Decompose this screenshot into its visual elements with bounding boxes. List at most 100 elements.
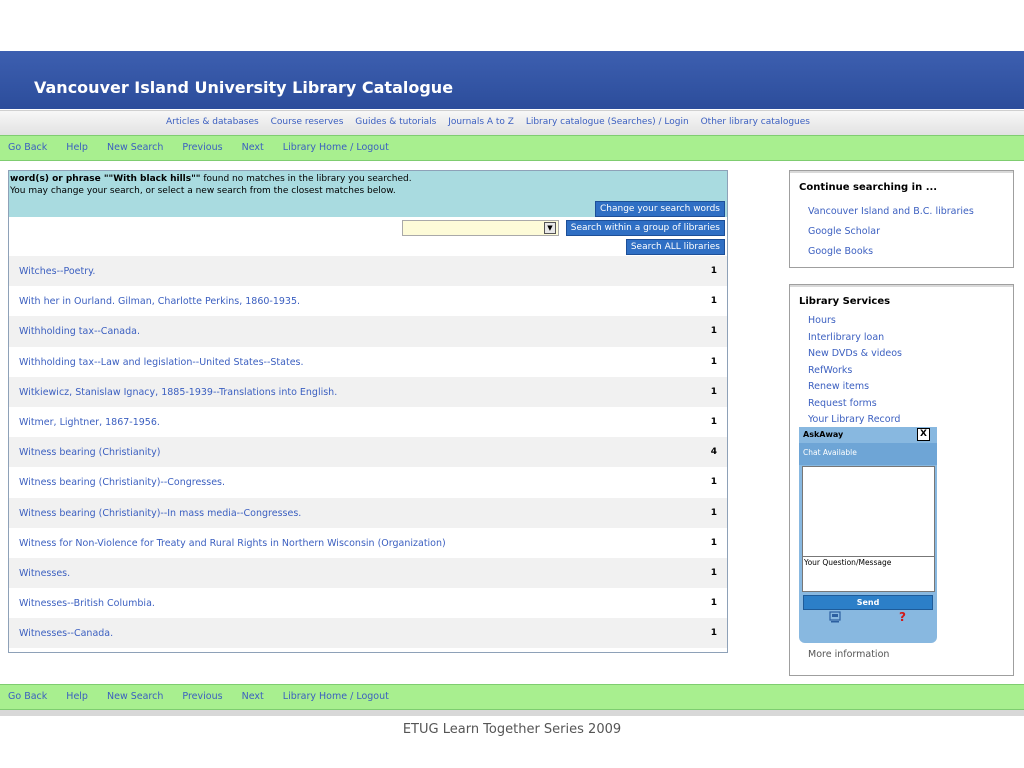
result-link[interactable]: Witkiewicz, Stanislaw Ignacy, 1885-1939-… (19, 387, 337, 398)
table-row: Witmer, Lightner, 1867-1956. 1 (9, 407, 727, 437)
result-count: 1 (710, 598, 717, 609)
continue-searching-box: Continue searching in ... Vancouver Isla… (789, 170, 1014, 268)
search-all-button[interactable]: Search ALL libraries (625, 239, 725, 255)
topnav-journals[interactable]: Journals A to Z (448, 117, 514, 127)
link-google-books[interactable]: Google Books (808, 242, 974, 262)
chat-status-bar: Chat Available (799, 443, 937, 465)
site-header: Vancouver Island University Library Cata… (0, 51, 1024, 109)
previous-link[interactable]: Previous (182, 691, 222, 702)
bottom-divider (0, 710, 1024, 716)
message-suffix: found no matches in the library you sear… (200, 174, 412, 184)
library-group-select[interactable]: ▼ (402, 220, 559, 236)
library-home-link[interactable]: Library Home / Logout (283, 142, 389, 153)
chat-status: Chat Available (803, 448, 857, 457)
top-navigation: Articles & databases Course reserves Gui… (0, 110, 1024, 135)
result-count: 1 (710, 477, 717, 488)
result-count: 4 (710, 447, 717, 458)
go-back-link[interactable]: Go Back (8, 142, 47, 153)
chevron-down-icon[interactable]: ▼ (544, 222, 556, 234)
table-row: Witnesses--Canada. 1 (9, 618, 727, 649)
previous-link[interactable]: Previous (182, 142, 222, 153)
help-link[interactable]: Help (66, 691, 88, 702)
go-back-link[interactable]: Go Back (8, 691, 47, 702)
link-request-forms[interactable]: Request forms (808, 396, 902, 413)
result-link[interactable]: Witness bearing (Christianity)--Congress… (19, 477, 225, 488)
topnav-articles[interactable]: Articles & databases (166, 117, 259, 127)
result-link[interactable]: Witches--Poetry. (19, 266, 95, 277)
message-line2: You may change your search, or select a … (10, 186, 396, 196)
send-button[interactable]: Send (803, 595, 933, 610)
new-search-link[interactable]: New Search (107, 691, 163, 702)
change-search-button[interactable]: Change your search words (595, 201, 725, 217)
result-link[interactable]: Witmer, Lightner, 1867-1956. (19, 417, 160, 428)
askaway-chat-widget: AskAway X Chat Available Your Question/M… (799, 427, 937, 643)
link-interlibrary-loan[interactable]: Interlibrary loan (808, 330, 902, 347)
message-phrase: ""With black hills"" (103, 174, 201, 184)
chat-transcript-window (802, 466, 935, 557)
table-row: Witness for Non-Violence for Treaty and … (9, 528, 727, 558)
askaway-title: AskAway (803, 430, 844, 439)
table-row: Witness bearing (Christianity) 4 (9, 437, 727, 468)
result-link[interactable]: Withholding tax--Law and legislation--Un… (19, 357, 304, 368)
table-row: Witnesses. 1 (9, 557, 727, 589)
results-panel: word(s) or phrase ""With black hills"" f… (8, 170, 728, 653)
result-link[interactable]: Witness for Non-Violence for Treaty and … (19, 538, 446, 549)
result-link[interactable]: With her in Ourland. Gilman, Charlotte P… (19, 296, 300, 307)
site-title: Vancouver Island University Library Cata… (34, 78, 454, 97)
table-row: Witnesses--British Columbia. 1 (9, 588, 727, 618)
nav-bar-top: Go Back Help New Search Previous Next Li… (0, 135, 1024, 161)
message-prefix: word(s) or phrase (10, 174, 104, 184)
table-row: Withholding tax--Canada. 1 (9, 316, 727, 347)
nav-bar-bottom: Go Back Help New Search Previous Next Li… (0, 684, 1024, 710)
next-link[interactable]: Next (242, 142, 264, 153)
help-icon[interactable]: ? (899, 610, 906, 624)
topnav-course-reserves[interactable]: Course reserves (271, 117, 344, 127)
result-link[interactable]: Witnesses--Canada. (19, 628, 113, 639)
result-link[interactable]: Witnesses--British Columbia. (19, 598, 155, 609)
result-count: 1 (710, 356, 717, 367)
result-count: 1 (710, 507, 717, 518)
table-row: Withholding tax--Law and legislation--Un… (9, 347, 727, 377)
table-row: Witness bearing (Christianity)--In mass … (9, 497, 727, 528)
table-row: Witness bearing (Christianity)--Congress… (9, 467, 727, 497)
search-group-button[interactable]: Search within a group of libraries (565, 220, 725, 236)
link-hours[interactable]: Hours (808, 313, 902, 330)
slide-footer: ETUG Learn Together Series 2009 (0, 722, 1024, 737)
topnav-guides[interactable]: Guides & tutorials (355, 117, 436, 127)
question-input[interactable]: Your Question/Message (802, 556, 935, 592)
result-link[interactable]: Witness bearing (Christianity) (19, 447, 160, 458)
result-count: 1 (710, 628, 717, 639)
new-search-link[interactable]: New Search (107, 142, 163, 153)
result-link[interactable]: Witnesses. (19, 568, 70, 579)
link-google-scholar[interactable]: Google Scholar (808, 222, 974, 242)
result-count: 1 (710, 537, 717, 548)
no-match-message: word(s) or phrase ""With black hills"" f… (9, 171, 727, 217)
result-count: 1 (710, 266, 717, 276)
library-home-link[interactable]: Library Home / Logout (283, 691, 389, 702)
topnav-other-catalogues[interactable]: Other library catalogues (701, 117, 810, 127)
result-count: 1 (710, 296, 717, 307)
help-link[interactable]: Help (66, 142, 88, 153)
result-count: 1 (710, 416, 717, 427)
table-row: Witkiewicz, Stanislaw Ignacy, 1885-1939-… (9, 376, 727, 407)
result-count: 1 (710, 567, 717, 578)
topnav-library-catalogue[interactable]: Library catalogue (Searches) / Login (526, 117, 689, 127)
link-bc-libraries[interactable]: Vancouver Island and B.C. libraries (808, 202, 974, 222)
link-renew-items[interactable]: Renew items (808, 379, 902, 396)
result-link[interactable]: Withholding tax--Canada. (19, 326, 140, 337)
more-information-link[interactable]: More information (808, 649, 889, 660)
footer-text: ETUG Learn Together Series 2009 (402, 722, 622, 737)
table-row: Witches--Poetry. 1 (9, 256, 727, 287)
result-link[interactable]: Witness bearing (Christianity)--In mass … (19, 508, 301, 519)
result-count: 1 (710, 326, 717, 337)
link-refworks[interactable]: RefWorks (808, 363, 902, 380)
question-label: Your Question/Message (804, 558, 892, 567)
result-count: 1 (710, 386, 717, 397)
table-row: With her in Ourland. Gilman, Charlotte P… (9, 286, 727, 316)
close-icon[interactable]: X (917, 428, 930, 441)
print-icon[interactable] (829, 611, 841, 626)
link-new-dvds[interactable]: New DVDs & videos (808, 346, 902, 363)
continue-heading: Continue searching in ... (799, 182, 938, 193)
results-list: Witches--Poetry. 1 With her in Ourland. G… (9, 256, 727, 649)
next-link[interactable]: Next (242, 691, 264, 702)
